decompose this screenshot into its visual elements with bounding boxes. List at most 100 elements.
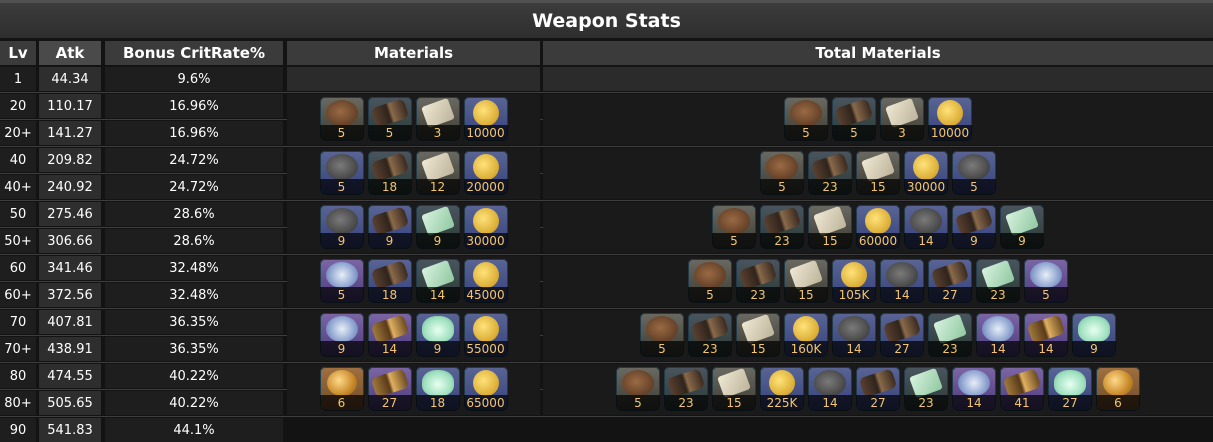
material-item[interactable]: 5: [760, 151, 804, 195]
material-item[interactable]: 23: [736, 259, 780, 303]
row-crit: 16.96%: [105, 94, 283, 118]
material-item[interactable]: 105K: [832, 259, 876, 303]
material-count: 23: [760, 233, 804, 249]
green-scroll-icon: [420, 259, 455, 291]
mora-coin-icon: [472, 370, 499, 396]
material-item[interactable]: 55000: [463, 313, 508, 357]
gray-hat-icon: [325, 208, 358, 234]
material-item[interactable]: 27: [856, 367, 900, 411]
material-item[interactable]: 30000: [463, 205, 508, 249]
material-item[interactable]: 18: [367, 151, 412, 195]
material-item[interactable]: 23: [904, 367, 948, 411]
material-item[interactable]: 65000: [463, 367, 508, 411]
material-item[interactable]: 60000: [856, 205, 900, 249]
material-item[interactable]: 12: [415, 151, 460, 195]
material-item[interactable]: 9: [319, 313, 364, 357]
material-item[interactable]: 14: [976, 313, 1020, 357]
material-item[interactable]: 10000: [463, 97, 508, 141]
row-atk: 341.46: [39, 256, 101, 280]
material-item[interactable]: 18: [367, 259, 412, 303]
material-item[interactable]: 5: [616, 367, 660, 411]
material-item[interactable]: 18: [415, 367, 460, 411]
material-item[interactable]: 160K: [784, 313, 828, 357]
material-item[interactable]: 23: [808, 151, 852, 195]
material-item[interactable]: 15: [784, 259, 828, 303]
row-lv: 80+: [0, 391, 36, 415]
bronze-barrel-icon: [370, 206, 409, 236]
material-item[interactable]: 30000: [904, 151, 948, 195]
material-item[interactable]: 225K: [760, 367, 804, 411]
material-count: 14: [415, 287, 460, 303]
material-item[interactable]: 27: [367, 367, 412, 411]
material-item[interactable]: 14: [880, 259, 924, 303]
material-count: 5: [319, 125, 364, 141]
material-item[interactable]: 14: [904, 205, 948, 249]
material-count: 160K: [784, 341, 828, 357]
material-item[interactable]: 23: [760, 205, 804, 249]
row-lv: 70: [0, 310, 36, 334]
material-item[interactable]: 45000: [463, 259, 508, 303]
material-item[interactable]: 15: [856, 151, 900, 195]
material-item[interactable]: 9: [952, 205, 996, 249]
row-atk: 209.82: [39, 148, 101, 172]
header-atk: Atk: [39, 41, 101, 65]
material-item[interactable]: 15: [712, 367, 756, 411]
material-item[interactable]: 23: [976, 259, 1020, 303]
material-item[interactable]: 5: [319, 151, 364, 195]
material-item[interactable]: 15: [808, 205, 852, 249]
material-item[interactable]: 3: [880, 97, 924, 141]
scroll-icon: [420, 97, 455, 129]
material-list: 5 18 14 45000: [319, 259, 508, 303]
material-item[interactable]: 14: [808, 367, 852, 411]
material-item[interactable]: 41: [1000, 367, 1044, 411]
material-item[interactable]: 9: [415, 313, 460, 357]
material-item[interactable]: 9: [1072, 313, 1116, 357]
scroll-icon: [789, 259, 823, 291]
material-list: 5 23 15 60000 14 9 9: [712, 205, 1044, 249]
dark-barrel-icon: [370, 98, 409, 128]
material-item[interactable]: 9: [319, 205, 364, 249]
material-item[interactable]: 14: [832, 313, 876, 357]
material-count: 27: [367, 395, 412, 411]
material-item[interactable]: 5: [319, 97, 364, 141]
bronze-barrel-icon: [858, 368, 898, 398]
material-item[interactable]: 9: [1000, 205, 1044, 249]
material-item[interactable]: 27: [880, 313, 924, 357]
material-count: 3: [415, 125, 460, 141]
material-item[interactable]: 5: [319, 259, 364, 303]
material-item[interactable]: 14: [1024, 313, 1068, 357]
material-item[interactable]: 27: [928, 259, 972, 303]
material-list: 5 18 12 20000: [319, 151, 508, 195]
mora-coin-icon: [472, 262, 499, 288]
material-item[interactable]: 15: [736, 313, 780, 357]
material-item[interactable]: 9: [367, 205, 412, 249]
material-item[interactable]: 14: [952, 367, 996, 411]
material-item[interactable]: 23: [664, 367, 708, 411]
row-crit: 40.22%: [105, 391, 283, 415]
material-item[interactable]: 6: [319, 367, 364, 411]
material-item[interactable]: 14: [367, 313, 412, 357]
brown-hat-icon: [766, 154, 798, 180]
material-item[interactable]: 20000: [463, 151, 508, 195]
material-count: 5: [367, 125, 412, 141]
material-item[interactable]: 5: [1024, 259, 1068, 303]
material-item[interactable]: 5: [640, 313, 684, 357]
material-item[interactable]: 5: [367, 97, 412, 141]
gold-medal-icon: [326, 370, 357, 396]
material-list: 5 23 15 225K 14 27 23 14 41 27 6: [616, 367, 1140, 411]
material-item[interactable]: 23: [688, 313, 732, 357]
material-item[interactable]: 5: [712, 205, 756, 249]
material-item[interactable]: 23: [928, 313, 972, 357]
material-item[interactable]: 5: [784, 97, 828, 141]
material-count: 23: [736, 287, 780, 303]
material-item[interactable]: 9: [415, 205, 460, 249]
material-item[interactable]: 14: [415, 259, 460, 303]
material-item[interactable]: 5: [688, 259, 732, 303]
row-crit: 36.35%: [105, 337, 283, 361]
material-item[interactable]: 5: [832, 97, 876, 141]
material-item[interactable]: 10000: [928, 97, 972, 141]
material-item[interactable]: 5: [952, 151, 996, 195]
material-item[interactable]: 6: [1096, 367, 1140, 411]
material-item[interactable]: 3: [415, 97, 460, 141]
material-item[interactable]: 27: [1048, 367, 1092, 411]
